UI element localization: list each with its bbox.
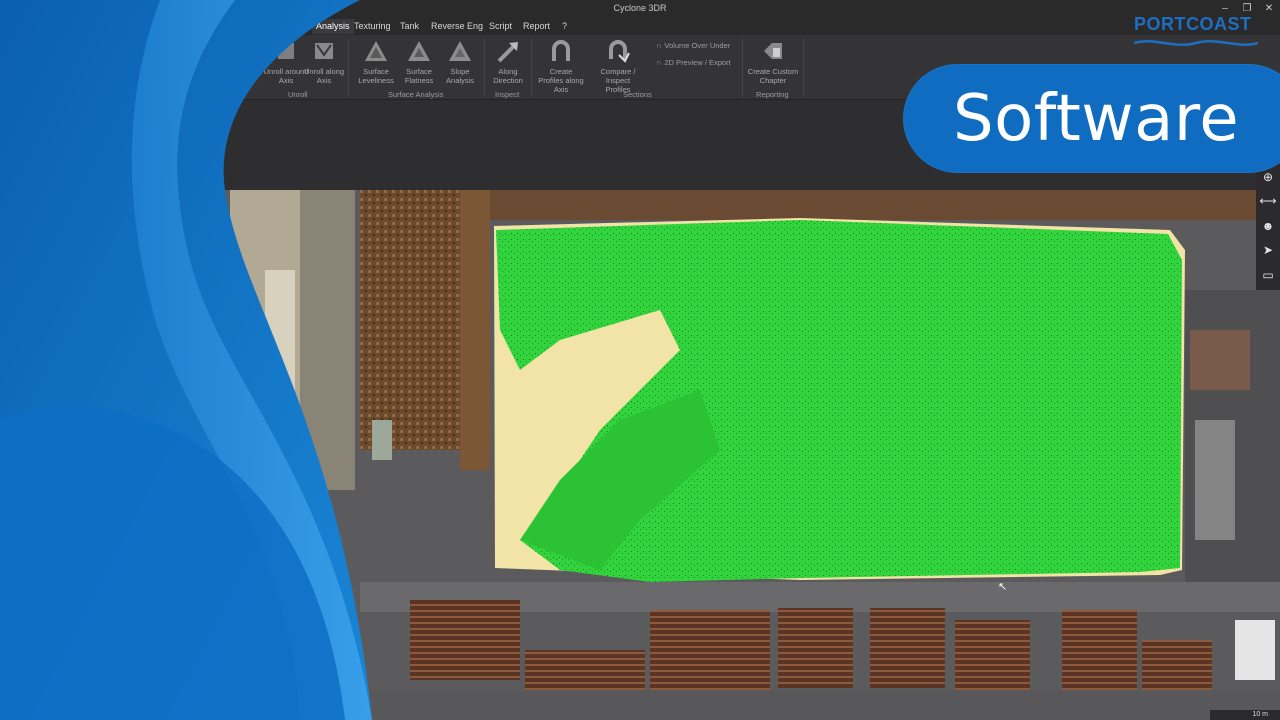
wave-icon [1133,40,1259,46]
group-inspect-label: Inspect [495,90,520,99]
slope-analysis-label: Slope Analysis [446,67,474,85]
create-profiles-label: Create Profiles along Axis [538,67,584,94]
save-icon[interactable]: ▭ [1256,263,1280,288]
chapter-icon [764,43,782,59]
menu-reverse-eng[interactable]: Reverse Eng [431,21,483,31]
magnet-profile-icon [552,40,570,61]
person-icon[interactable]: ☻ [1256,214,1280,239]
flatness-icon [408,41,430,61]
ribbon-separator [742,39,743,97]
app-title: Cyclone 3DR [613,3,667,13]
surface-flatness-label: Surface Flatness [404,67,434,85]
group-sections-label: Sections [623,90,652,99]
small-magnet-icon: ∩ [656,41,662,50]
mouse-cursor-icon: ↖ [998,581,1008,593]
slope-analysis-button[interactable]: Slope Analysis [436,39,484,85]
volume-over-under-label: Volume Over Under [664,41,731,50]
create-profiles-button[interactable]: Create Profiles along Axis [537,39,585,94]
along-direction-label: Along Direction [493,67,523,85]
brand-swoosh [0,0,372,720]
measure-icon[interactable]: ⟷ [1256,189,1280,214]
group-reporting-label: Reporting [756,90,789,99]
create-custom-chapter-label: Create Custom Chapter [747,67,799,85]
create-custom-chapter-button[interactable]: Create Custom Chapter [747,39,799,85]
send-icon[interactable]: ➤ [1256,238,1280,263]
small-preview-icon: ∩ [656,58,662,67]
brand-name: PORTCOAST [1134,14,1252,34]
banner-headline: Software [953,82,1240,156]
menu-script[interactable]: Script [489,21,512,31]
software-banner: Software [903,64,1280,173]
slope-icon [449,41,471,61]
volume-over-under-button[interactable]: ∩ Volume Over Under [656,41,730,50]
menu-help[interactable]: ? [562,21,567,31]
preview-export-button[interactable]: ∩ 2D Preview / Export [656,58,731,67]
group-surface-analysis-label: Surface Analysis [388,90,444,99]
preview-export-label: 2D Preview / Export [664,58,731,67]
screen: Cyclone 3DR – ❐ ✕ Analysis Texturing Tan… [0,0,1280,720]
menu-tank[interactable]: Tank [400,21,419,31]
along-direction-icon [497,42,518,63]
menu-report[interactable]: Report [523,21,550,31]
magnet-compare-icon [609,40,630,63]
compare-inspect-profiles-button[interactable]: Compare / Inspect Profiles [594,39,642,94]
scale-indicator: 10 m [1210,710,1280,720]
along-direction-button[interactable]: Along Direction [484,39,532,85]
ribbon-separator [803,39,804,97]
brand-logo: PORTCOAST [1133,14,1264,54]
ribbon-separator [531,39,532,97]
